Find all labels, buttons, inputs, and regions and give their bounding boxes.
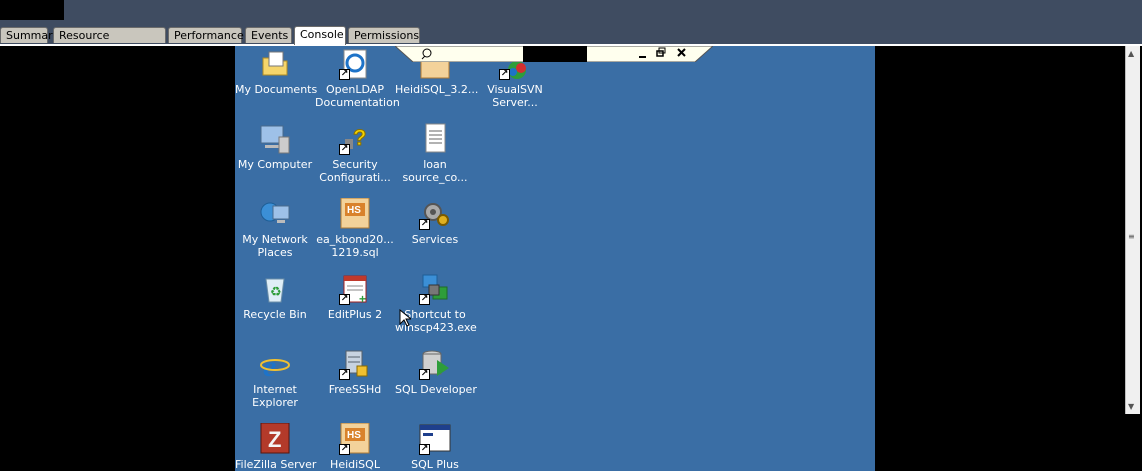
shortcut-arrow-icon: ↗ [419,294,430,305]
sqlplus-icon: ↗ [419,423,451,455]
shortcut-arrow-icon: ↗ [339,144,350,155]
shortcut-arrow-icon: ↗ [419,369,430,380]
shortcut-arrow-icon: ↗ [339,69,350,80]
shortcut-arrow-icon: ↗ [339,294,350,305]
sql-developer-icon: ↗ [419,348,451,380]
desktop-icon-my-documents[interactable]: My Documents [235,48,317,96]
desktop-icon-openldap[interactable]: ↗ OpenLDAP Documentation [315,48,400,109]
desktop-icon-internet-explorer[interactable]: e Internet Explorer [235,348,315,409]
security-config-icon: ? ↗ [339,123,371,155]
svg-text:Z: Z [268,427,281,452]
ie-shortcut-icon: ↗ [339,48,371,80]
winscp-icon: ↗ [419,273,451,305]
text-file-icon [419,123,451,155]
desktop-icon-my-network-places[interactable]: My Network Places [235,198,315,259]
tab-summary[interactable]: Summary [0,27,59,43]
editplus-icon: + ↗ [339,273,371,306]
network-icon [259,198,291,230]
window-title-bar [0,0,1142,26]
desktop-icon-loan-source[interactable]: loan source_co... [395,123,475,184]
title-redacted [0,0,64,20]
svg-text:?: ? [353,125,366,150]
shortcut-arrow-icon: ↗ [339,369,350,380]
desktop-icon-recycle-bin[interactable]: ♻ Recycle Bin [235,273,315,321]
shortcut-arrow-icon: ↗ [499,69,510,80]
desktop-icon-editplus[interactable]: + ↗ EditPlus 2 [315,273,395,321]
tab-permissions[interactable]: Permissions [348,27,420,43]
heidisql-icon: HS ↗ [339,422,371,455]
svg-text:HS: HS [347,205,361,216]
connection-name-redacted [523,46,587,62]
folder-documents-icon [259,48,291,80]
desktop-icon-services[interactable]: ↗ Services [395,198,475,246]
vertical-scrollbar[interactable]: ▲ ≡ ▼ [1125,46,1140,414]
services-icon: ↗ [419,198,451,230]
tab-console[interactable]: Console [294,26,346,45]
desktop-icon-filezilla-server[interactable]: Z FileZilla Server [235,422,316,471]
desktop-icon-freesshd[interactable]: ↗ FreeSSHd [315,348,395,396]
remote-desktop[interactable]: My Documents ↗ OpenLDAP Documentation HS… [235,46,875,471]
desktop-icon-sql-plus[interactable]: ↗ SQL Plus [395,423,475,471]
filezilla-icon: Z [259,422,291,455]
shortcut-arrow-icon: ↗ [339,444,350,455]
shortcut-arrow-icon: ↗ [419,444,430,455]
ie-icon: e [259,348,291,383]
scroll-thumb-grip-icon[interactable]: ≡ [1128,232,1135,241]
desktop-icon-my-computer[interactable]: My Computer [235,123,315,171]
sql-file-icon: HS [339,197,371,230]
tab-resource-allocation[interactable]: Resource Allocation [53,27,166,57]
mouse-cursor-icon [399,309,411,327]
shortcut-arrow-icon: ↗ [419,219,430,230]
tab-events[interactable]: Events [245,27,292,43]
svg-text:♻: ♻ [270,284,282,299]
remote-connection-bar [395,46,713,62]
computer-icon [259,123,291,155]
scroll-down-icon[interactable]: ▼ [1128,402,1134,411]
svg-text:e: e [263,350,276,380]
recycle-bin-icon: ♻ [259,273,291,305]
svg-text:HS: HS [347,430,361,441]
desktop-icon-security-config[interactable]: ? ↗ Security Configurati... [315,123,395,185]
svg-text:+: + [359,292,366,305]
scroll-up-icon[interactable]: ▲ [1128,49,1134,58]
tab-performance[interactable]: Performance [168,27,244,43]
freesshd-icon: ↗ [339,348,371,380]
desktop-icon-heidisql[interactable]: HS ↗ HeidiSQL [315,422,395,471]
desktop-icon-sql-developer[interactable]: ↗ SQL Developer [395,348,477,396]
desktop-icon-ea-kbond-sql[interactable]: HS ea_kbond20... 1219.sql [315,197,395,259]
